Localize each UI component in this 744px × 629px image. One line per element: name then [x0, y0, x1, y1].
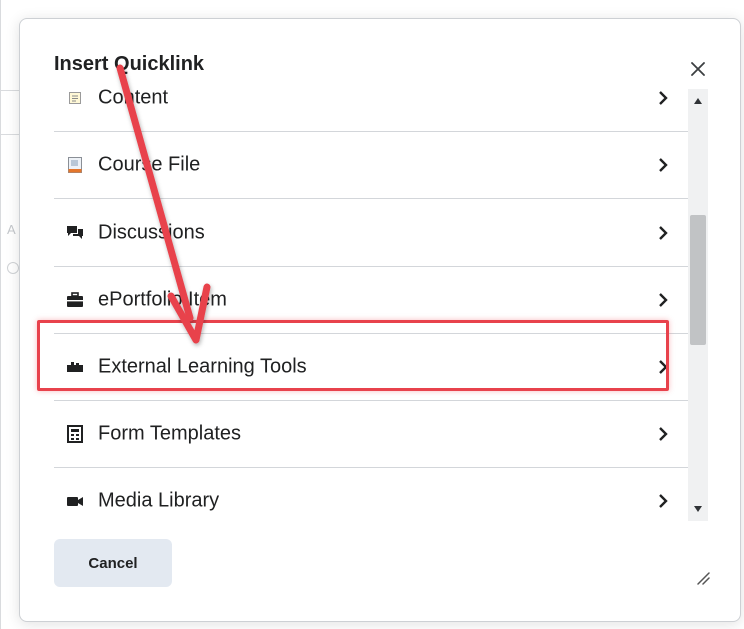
list-item-content[interactable]: Content	[54, 83, 688, 132]
list-item-media-library[interactable]: Media Library	[54, 468, 688, 519]
triangle-down-icon	[694, 506, 702, 512]
chevron-right-icon	[659, 91, 668, 105]
chevron-right-icon	[659, 427, 668, 441]
dialog-title: Insert Quicklink	[54, 53, 205, 75]
chevron-right-icon	[659, 494, 668, 508]
course-file-icon	[66, 156, 84, 174]
chevron-right-icon	[659, 293, 668, 307]
chevron-right-icon	[659, 158, 668, 172]
external-tools-icon	[66, 358, 84, 376]
list-item-course-file[interactable]: Course File	[54, 132, 688, 199]
list-item-label: Media Library	[98, 489, 220, 512]
discussions-icon	[66, 224, 84, 242]
scroll-up-arrow[interactable]	[688, 93, 708, 109]
quicklink-type-list: Content Course File Discussions ePortfol…	[54, 83, 688, 519]
chevron-right-icon	[659, 226, 668, 240]
list-item-label: ePortfolio Item	[98, 288, 227, 311]
insert-quicklink-dialog: Insert Quicklink Content Course File Dis…	[19, 18, 741, 622]
background-glyph: A	[7, 222, 16, 237]
list-item-label: Content	[98, 86, 169, 109]
scroll-down-arrow[interactable]	[688, 501, 708, 517]
background-divider	[1, 134, 21, 135]
form-templates-icon	[66, 425, 84, 443]
content-icon	[66, 89, 84, 107]
list-item-label: Discussions	[98, 221, 205, 244]
list-item-discussions[interactable]: Discussions	[54, 200, 688, 267]
list-item-label: External Learning Tools	[98, 355, 307, 378]
close-button[interactable]	[684, 55, 712, 83]
list-item-label: Course File	[98, 153, 201, 176]
list-item-eportfolio[interactable]: ePortfolio Item	[54, 267, 688, 334]
scroll-thumb[interactable]	[690, 215, 706, 345]
resize-handle-icon[interactable]	[694, 569, 710, 585]
media-library-icon	[66, 492, 84, 510]
list-item-external-learning-tools[interactable]: External Learning Tools	[54, 334, 688, 401]
close-icon	[691, 62, 705, 76]
list-item-label: Form Templates	[98, 422, 242, 445]
eportfolio-icon	[66, 291, 84, 309]
cancel-button[interactable]: Cancel	[54, 539, 172, 587]
background-radio	[7, 262, 19, 274]
list-item-form-templates[interactable]: Form Templates	[54, 401, 688, 468]
list-scrollbar[interactable]	[688, 89, 708, 521]
background-divider	[1, 90, 21, 91]
chevron-right-icon	[659, 360, 668, 374]
triangle-up-icon	[694, 98, 702, 104]
